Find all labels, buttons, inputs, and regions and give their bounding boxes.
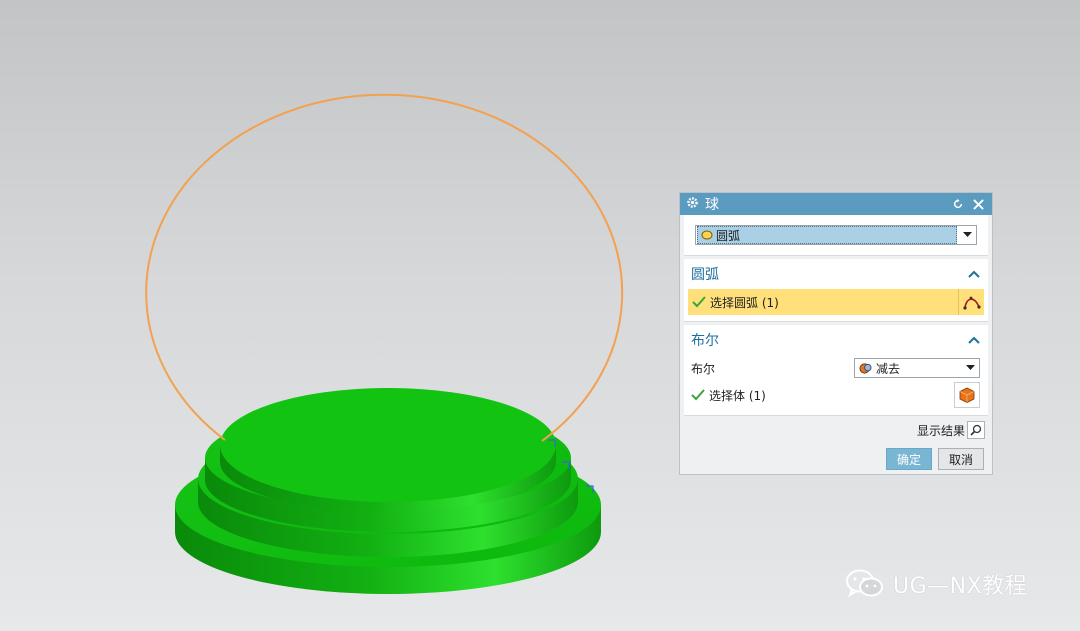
select-arc-label: 选择圆弧 (1) [710,295,779,310]
sphere-type-select[interactable]: 圆弧 [695,225,977,245]
gear-icon[interactable] [686,196,699,212]
dialog-title: 球 [705,197,719,213]
arc-section-header[interactable]: 圆弧 [684,259,988,289]
collapse-up-icon[interactable] [968,266,980,282]
reset-icon[interactable] [950,196,966,212]
ok-button[interactable]: 确定 [886,448,932,470]
check-icon [691,388,705,402]
sphere-dialog: 球 圆弧 圆弧 选择圆弧 (1) 布尔 布尔 减去 选择体 (1) 显示结果 确… [679,192,993,475]
chevron-down-icon[interactable] [958,226,976,244]
chevron-down-icon[interactable] [961,359,979,377]
check-icon [692,295,706,309]
disc-top[interactable] [220,388,556,512]
arc-type-icon [701,230,713,240]
sphere-type-value: 圆弧 [716,228,741,243]
magnifier-icon[interactable] [967,421,985,439]
boolean-select[interactable]: 减去 [854,358,980,378]
cancel-button[interactable]: 取消 [938,448,984,470]
boolean-section-header[interactable]: 布尔 [684,325,988,355]
show-result-label: 显示结果 [916,423,965,438]
wechat-icon [845,568,885,600]
subtract-icon [859,362,872,375]
body-select-icon[interactable] [954,382,980,408]
select-body-label: 选择体 (1) [709,388,766,403]
select-arc-row[interactable]: 选择圆弧 (1) [688,289,984,315]
arc-select-icon[interactable] [958,289,984,315]
boolean-value: 减去 [876,361,901,376]
close-icon[interactable] [970,196,986,212]
collapse-up-icon[interactable] [968,332,980,348]
watermark: UG—NX教程 [845,568,1027,600]
dialog-titlebar[interactable]: 球 [680,193,992,215]
boolean-label: 布尔 [691,361,716,376]
